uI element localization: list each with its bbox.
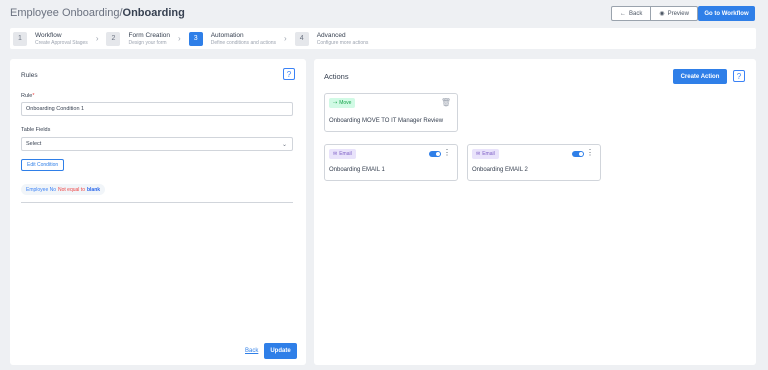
more-options-icon[interactable]: ⋮ bbox=[443, 148, 451, 157]
divider bbox=[21, 202, 293, 203]
chevron-down-icon: ⌄ bbox=[281, 142, 287, 148]
more-options-icon[interactable]: ⋮ bbox=[586, 148, 594, 157]
tag-label: Email bbox=[339, 151, 352, 157]
eye-icon: ◉ bbox=[659, 11, 665, 17]
enable-toggle[interactable] bbox=[429, 151, 441, 157]
preview-button-label: Preview bbox=[667, 10, 689, 17]
step-automation[interactable]: 3 Automation Define conditions and actio… bbox=[186, 31, 277, 46]
step-subtitle: Design your form bbox=[128, 39, 167, 46]
step-number: 3 bbox=[188, 31, 203, 46]
step-number: 2 bbox=[106, 31, 121, 46]
action-card-move[interactable]: ⇢ Move 🗑 Onboarding MOVE TO IT Manager R… bbox=[324, 93, 458, 132]
move-tag: ⇢ Move bbox=[329, 98, 356, 108]
back-button[interactable]: ← Back bbox=[612, 7, 650, 20]
action-card-email-1[interactable]: ✉ Email ⋮ Onboarding EMAIL 1 bbox=[324, 144, 458, 181]
step-number: 1 bbox=[13, 31, 27, 46]
breadcrumb-current: Onboarding bbox=[122, 7, 185, 19]
create-action-button[interactable]: Create Action bbox=[673, 69, 727, 84]
back-button-label: Back bbox=[629, 10, 643, 17]
preview-button[interactable]: ◉ Preview bbox=[650, 7, 697, 20]
page-title: Employee Onboarding/Onboarding bbox=[10, 7, 185, 19]
actions-title: Actions bbox=[324, 72, 349, 81]
help-icon[interactable]: ? bbox=[733, 70, 745, 82]
email-tag: ✉ Email bbox=[472, 149, 499, 159]
action-card-text: Onboarding MOVE TO IT Manager Review bbox=[329, 118, 444, 124]
action-card-text: Onboarding EMAIL 2 bbox=[472, 167, 528, 173]
step-form-creation[interactable]: 2 Form Creation Design your form bbox=[103, 31, 171, 46]
step-title: Form Creation bbox=[128, 31, 171, 39]
email-tag: ✉ Email bbox=[329, 149, 356, 159]
mail-icon: ✉ bbox=[476, 151, 481, 157]
tag-label: Move bbox=[339, 100, 352, 106]
enable-toggle[interactable] bbox=[572, 151, 584, 157]
step-number: 4 bbox=[294, 31, 309, 46]
trash-icon[interactable]: 🗑 bbox=[441, 98, 451, 107]
select-value: Select bbox=[26, 141, 42, 147]
chevron-right-icon: › bbox=[284, 34, 287, 43]
rules-title: Rules bbox=[21, 72, 38, 79]
chevron-right-icon: › bbox=[178, 34, 181, 43]
header-button-group: ← Back ◉ Preview bbox=[611, 6, 698, 21]
step-subtitle: Create Approval Stages bbox=[35, 39, 88, 46]
condition-field: Employee No bbox=[26, 186, 57, 193]
actions-panel: Actions Create Action ? ⇢ Move 🗑 Onboard… bbox=[314, 59, 756, 365]
update-button[interactable]: Update bbox=[264, 343, 297, 359]
step-title: Advanced bbox=[316, 31, 346, 39]
table-fields-label: Table Fields bbox=[21, 127, 51, 133]
step-progress: 1 Workflow Create Approval Stages › 2 Fo… bbox=[10, 28, 756, 49]
action-card-email-2[interactable]: ✉ Email ⋮ Onboarding EMAIL 2 bbox=[467, 144, 601, 181]
breadcrumb-parent[interactable]: Employee Onboarding/ bbox=[10, 7, 123, 19]
condition-value: blank bbox=[86, 186, 101, 193]
table-fields-select[interactable]: Select ⌄ bbox=[21, 137, 293, 151]
tag-label: Email bbox=[482, 151, 495, 157]
help-icon[interactable]: ? bbox=[283, 68, 295, 80]
step-title: Automation bbox=[210, 31, 244, 39]
step-subtitle: Configure more actions bbox=[316, 39, 369, 46]
edit-condition-button[interactable]: Edit Condition bbox=[21, 159, 65, 171]
required-mark: * bbox=[32, 93, 35, 99]
rules-panel: Rules ? Rule* Onboarding Condition 1 Tab… bbox=[10, 59, 306, 365]
back-link[interactable]: Back bbox=[245, 348, 258, 354]
step-subtitle: Define conditions and actions bbox=[210, 39, 277, 46]
condition-chip[interactable]: Employee No Not equal to blank bbox=[21, 184, 106, 195]
action-card-text: Onboarding EMAIL 1 bbox=[329, 167, 385, 173]
step-title: Workflow bbox=[35, 31, 62, 39]
move-icon: ⇢ bbox=[333, 100, 338, 106]
chevron-right-icon: › bbox=[95, 34, 99, 43]
mail-icon: ✉ bbox=[333, 151, 338, 157]
arrow-left-icon: ← bbox=[620, 10, 626, 17]
top-header: Employee Onboarding/Onboarding ← Back ◉ … bbox=[0, 0, 768, 28]
rule-label-text: Rule bbox=[21, 93, 33, 99]
go-to-workflow-button[interactable]: Go to Workflow bbox=[698, 6, 755, 21]
condition-operator: Not equal to bbox=[58, 186, 85, 193]
step-advanced[interactable]: 4 Advanced Configure more actions bbox=[292, 31, 369, 46]
step-workflow[interactable]: 1 Workflow Create Approval Stages bbox=[10, 31, 88, 46]
rule-name-input[interactable]: Onboarding Condition 1 bbox=[21, 102, 293, 116]
rule-label: Rule* bbox=[21, 93, 34, 99]
